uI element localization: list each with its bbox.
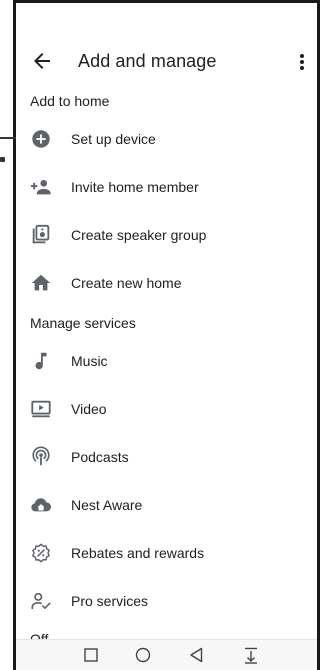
menu-item-music[interactable]: Music bbox=[16, 341, 317, 381]
top-app-bar: Add and manage bbox=[16, 43, 317, 81]
menu-item-video[interactable]: Video bbox=[16, 389, 317, 429]
add-circle-icon bbox=[32, 130, 50, 148]
menu-item-label: Music bbox=[71, 353, 108, 369]
menu-item-invite-home-member[interactable]: Invite home member bbox=[16, 167, 317, 207]
video-icon bbox=[31, 400, 51, 418]
cloud-house-icon bbox=[31, 498, 51, 512]
more-options-icon[interactable] bbox=[290, 50, 314, 74]
menu-item-create-speaker-group[interactable]: Create speaker group bbox=[16, 215, 317, 255]
page-title: Add and manage bbox=[78, 51, 217, 71]
podcast-icon bbox=[32, 446, 50, 466]
menu-item-podcasts[interactable]: Podcasts bbox=[16, 437, 317, 477]
menu-item-label: Rebates and rewards bbox=[71, 545, 205, 561]
menu-item-label: Nest Aware bbox=[71, 497, 143, 513]
menu-item-label: Set up device bbox=[71, 131, 156, 147]
pointer-dot bbox=[0, 157, 5, 162]
speaker-group-icon bbox=[32, 224, 50, 244]
back-triangle-icon[interactable] bbox=[186, 644, 208, 666]
menu-item-label: Pro services bbox=[71, 593, 149, 609]
menu-item-pro-services[interactable]: Pro services bbox=[16, 581, 317, 621]
menu-item-nest-aware[interactable]: Nest Aware bbox=[16, 485, 317, 525]
pointer-line bbox=[0, 137, 16, 139]
home-circle-icon[interactable] bbox=[132, 644, 154, 666]
menu-item-label: Create speaker group bbox=[71, 227, 207, 243]
section-add-to-home: Add to home bbox=[30, 93, 110, 109]
person-add-icon bbox=[30, 180, 51, 195]
pro-services-icon bbox=[31, 592, 51, 610]
menu-item-rebates-and-rewards[interactable]: Rebates and rewards bbox=[16, 533, 317, 573]
menu-item-label: Invite home member bbox=[71, 179, 199, 195]
menu-item-create-new-home[interactable]: Create new home bbox=[16, 263, 317, 303]
system-nav-bar bbox=[16, 639, 317, 670]
music-note-icon bbox=[35, 352, 47, 370]
section-manage-services: Manage services bbox=[30, 315, 136, 331]
back-arrow-icon[interactable] bbox=[30, 49, 54, 73]
menu-item-label: Create new home bbox=[71, 275, 182, 291]
home-icon bbox=[31, 274, 51, 291]
rebates-icon bbox=[32, 543, 50, 563]
recents-square-icon[interactable] bbox=[80, 644, 102, 666]
menu-item-set-up-device[interactable]: Set up device bbox=[16, 119, 317, 159]
notification-pull-icon[interactable] bbox=[240, 644, 262, 666]
menu-item-label: Podcasts bbox=[71, 449, 129, 465]
menu-item-label: Video bbox=[71, 401, 107, 417]
app-screen: Add and manage Add to home Set up device… bbox=[16, 3, 317, 670]
